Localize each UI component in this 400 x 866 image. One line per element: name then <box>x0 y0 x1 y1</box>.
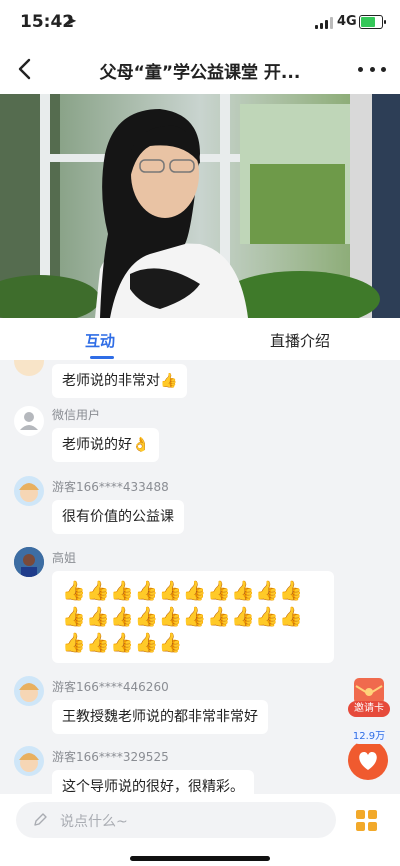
username: 游客166****446260 <box>52 680 169 694</box>
cartoon-avatar <box>14 676 44 706</box>
username: 微信用户 <box>52 408 101 422</box>
more-options-icon[interactable] <box>358 60 386 78</box>
ok-hand-emoji: 👌 <box>132 437 150 453</box>
comment-input[interactable]: 说点什么~ <box>16 802 336 838</box>
user-silhouette-icon <box>20 412 38 430</box>
heart-icon <box>348 740 388 780</box>
invite-card-label: 邀请卡 <box>348 701 390 717</box>
network-type: 4G <box>337 14 357 29</box>
cartoon-avatar <box>14 360 44 376</box>
message-bubble: 👍👍👍👍👍👍👍👍👍👍👍👍👍👍👍👍👍👍👍👍👍👍👍👍👍 <box>52 571 334 663</box>
default-user-avatar <box>14 406 44 436</box>
apps-grid-icon[interactable] <box>356 810 378 832</box>
back-arrow-icon[interactable] <box>14 56 38 82</box>
photo-avatar <box>14 547 44 577</box>
cartoon-face-icon <box>19 683 39 702</box>
nav-bar: 父母“童”学公益课堂 开... <box>0 46 400 94</box>
cartoon-avatar <box>14 746 44 776</box>
like-button[interactable]: 12.9万 <box>348 730 390 780</box>
message-bubble: 老师说的好👌 <box>52 428 160 462</box>
thumbs-up-emoji: 👍 <box>160 373 178 389</box>
message-text: 老师说的非常对 <box>62 373 160 389</box>
chat-list[interactable]: 老师说的非常对👍 微信用户 老师说的好👌 游客166****433488 很有价… <box>0 360 400 794</box>
page-title: 父母“童”学公益课堂 开... <box>99 63 301 83</box>
message-bubble: 这个导师说的很好，很精彩。 <box>52 770 254 794</box>
invite-card-button[interactable]: 邀请卡 <box>348 676 390 720</box>
cartoon-face-icon <box>19 753 39 772</box>
message-bubble: 老师说的非常对👍 <box>52 364 188 398</box>
username: 游客166****433488 <box>52 480 169 494</box>
username: 游客166****329525 <box>52 750 169 764</box>
home-indicator <box>130 856 270 861</box>
battery-icon <box>359 15 386 29</box>
signal-icon <box>315 17 333 29</box>
video-player[interactable] <box>0 94 400 318</box>
tab-interaction[interactable]: 互动 <box>85 330 115 351</box>
username: 高姐 <box>52 551 77 565</box>
message-bubble: 很有价值的公益课 <box>52 500 184 534</box>
message-bubble: 王教授魏老师说的都非常非常好 <box>52 700 268 734</box>
photo-avatar-image <box>14 547 44 577</box>
active-tab-indicator <box>90 356 114 359</box>
cartoon-avatar <box>14 476 44 506</box>
tab-live-intro[interactable]: 直播介绍 <box>270 330 330 351</box>
message-text: 老师说的好 <box>62 437 132 453</box>
like-count: 12.9万 <box>352 730 386 744</box>
pencil-icon <box>34 813 47 826</box>
cartoon-face-icon <box>19 483 39 502</box>
location-arrow-icon: ➤ <box>66 14 77 29</box>
comment-placeholder: 说点什么~ <box>60 814 128 830</box>
status-bar: 15:42 ➤ 4G <box>0 0 400 46</box>
tab-bar: 互动 直播介绍 <box>0 318 400 360</box>
video-frame <box>0 94 400 318</box>
